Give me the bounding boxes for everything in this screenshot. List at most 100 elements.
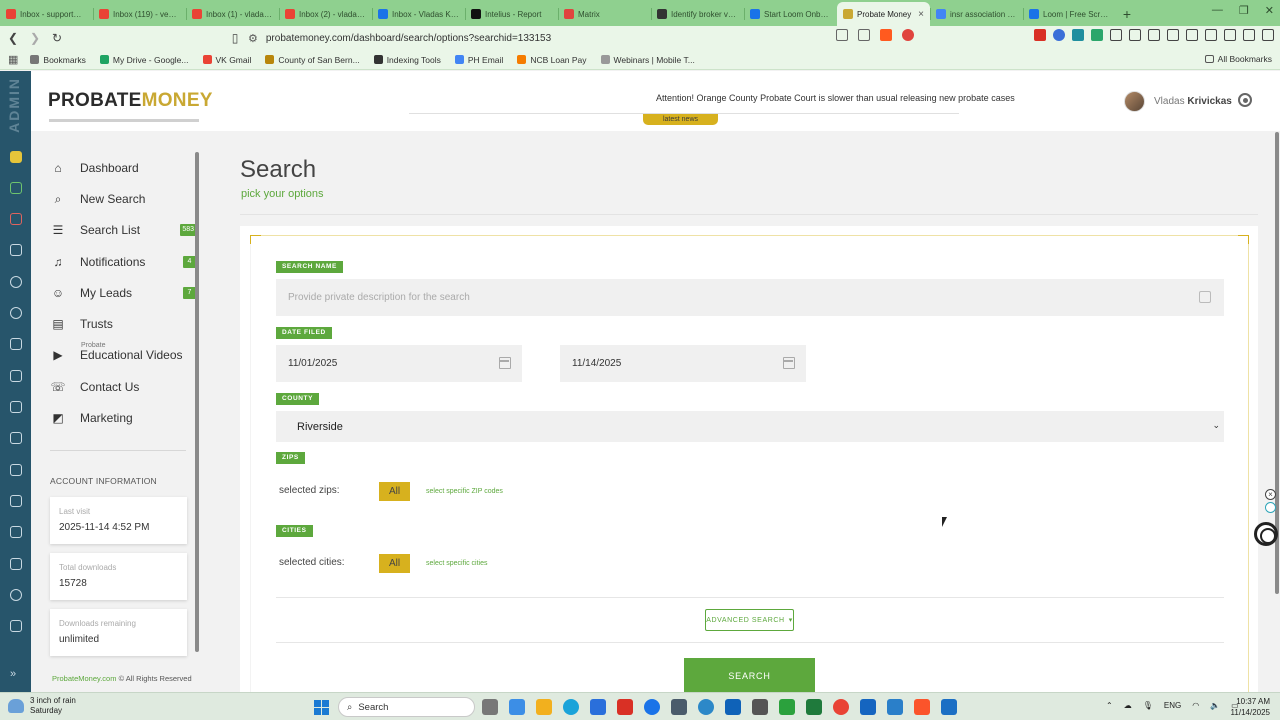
browser-tab[interactable]: Loom | Free Scree...	[1023, 2, 1116, 26]
rail-play-icon[interactable]	[10, 276, 22, 288]
chevron-up-icon[interactable]: ⌃	[1106, 701, 1113, 710]
bookmark-page-icon[interactable]: ▯	[226, 29, 244, 47]
rail-database-red-icon[interactable]	[10, 213, 22, 225]
taskbar-clock[interactable]: 10:37 AM 11/14/2025	[1231, 696, 1270, 718]
search-button[interactable]: SEARCH	[684, 658, 815, 692]
menu-icon[interactable]	[1262, 29, 1274, 41]
app-notepad-icon[interactable]	[941, 699, 957, 715]
new-tab-button[interactable]: +	[1116, 2, 1138, 26]
close-widget-icon[interactable]: ×	[1265, 489, 1276, 500]
rail-database-green-icon[interactable]	[10, 182, 22, 194]
rail-users-icon[interactable]	[10, 244, 22, 256]
extension-red-icon[interactable]	[1034, 29, 1046, 41]
rail-megaphone-icon[interactable]	[10, 338, 22, 350]
store-icon[interactable]	[590, 699, 606, 715]
rail-document-icon[interactable]	[10, 370, 22, 382]
app-globe-icon[interactable]	[698, 699, 714, 715]
reload-icon[interactable]: ↻	[48, 29, 66, 47]
rail-list-icon[interactable]	[10, 432, 22, 444]
all-bookmarks[interactable]: All Bookmarks	[1204, 54, 1272, 64]
excel-icon[interactable]	[806, 699, 822, 715]
rail-gift-icon[interactable]	[10, 464, 22, 476]
sidebar-item-contact-us[interactable]: ☏ Contact Us	[51, 376, 196, 398]
probate-money-logo[interactable]: PROBATEMONEY	[48, 90, 213, 112]
sidebar-item-educational-videos[interactable]: ▶ Educational Videos	[51, 344, 196, 366]
browser-tab[interactable]: Inbox - support@...	[0, 2, 93, 26]
extension-green-icon[interactable]	[1091, 29, 1103, 41]
weather-widget[interactable]: 3 inch of rain Saturday	[8, 696, 76, 716]
leo-icon[interactable]	[1224, 29, 1236, 41]
county-select[interactable]: Riverside ⌄	[276, 411, 1224, 442]
rail-video-icon[interactable]	[10, 307, 22, 319]
rail-leads-icon[interactable]	[10, 401, 22, 413]
rail-at-icon[interactable]	[10, 589, 22, 601]
copyright-site-link[interactable]: ProbateMoney.com	[52, 674, 116, 683]
sidebar-item-new-search[interactable]: ⌕ New Search	[51, 188, 196, 210]
browser-tab[interactable]: Matrix	[558, 2, 651, 26]
extension-blue-icon[interactable]	[1053, 29, 1065, 41]
apps-grid-icon[interactable]: ▦	[8, 53, 18, 66]
browser-tab[interactable]: Inbox - Vladas Kriv...	[372, 2, 465, 26]
calendar-icon[interactable]	[783, 357, 795, 369]
bookmark-item[interactable]: Webinars | Mobile T...	[600, 55, 695, 65]
sidebar-item-trusts[interactable]: ▤ Trusts	[51, 313, 196, 335]
brave-shield-icon[interactable]	[880, 29, 892, 41]
date-from-input[interactable]: 11/01/2025	[276, 345, 522, 382]
browser-tab[interactable]: Start Loom Onboa...	[744, 2, 837, 26]
rail-file-icon[interactable]	[10, 526, 22, 538]
calculator-icon[interactable]	[671, 699, 687, 715]
taskbar-search[interactable]: ⌕ Search	[338, 697, 475, 717]
app-blue-icon[interactable]	[860, 699, 876, 715]
calendar-icon[interactable]	[499, 357, 511, 369]
back-icon[interactable]: ❮	[4, 29, 22, 47]
site-info-icon[interactable]: ⚙	[248, 32, 258, 45]
wallet-icon[interactable]	[1205, 29, 1217, 41]
date-to-input[interactable]: 11/14/2025	[560, 345, 806, 382]
gear-icon[interactable]	[1238, 93, 1252, 107]
copilot-icon[interactable]	[509, 699, 525, 715]
sidebar-item-search-list[interactable]: ☰ Search List 583	[51, 219, 196, 241]
file-explorer-icon[interactable]	[536, 699, 552, 715]
sidebar-icon[interactable]	[1186, 29, 1198, 41]
bookmark-item[interactable]: County of San Bern...	[265, 55, 360, 65]
rail-database-icon[interactable]	[10, 151, 22, 163]
select-zip-codes-link[interactable]: select specific ZIP codes	[426, 488, 503, 495]
tab-close-icon[interactable]: ×	[918, 9, 924, 20]
bookmark-item[interactable]: Bookmarks	[30, 55, 86, 65]
close-window-icon[interactable]: ✕	[1265, 4, 1274, 17]
windows-start-icon[interactable]	[314, 700, 329, 715]
bookmark-item[interactable]: Indexing Tools	[373, 55, 441, 65]
rewards-icon[interactable]	[902, 29, 914, 41]
bookmark-item[interactable]: PH Email	[454, 55, 503, 65]
wifi-icon[interactable]: ◠	[1192, 701, 1199, 710]
sidebar-scrollbar[interactable]	[195, 152, 199, 652]
sidebar-item-notifications[interactable]: ♫ Notifications 4	[51, 251, 196, 273]
task-view-icon[interactable]	[482, 699, 498, 715]
advanced-search-button[interactable]: ADVANCED SEARCH ▾	[705, 609, 794, 631]
outlook-icon[interactable]	[725, 699, 741, 715]
browser-tab[interactable]: Inbox (1) - vladas@...	[186, 2, 279, 26]
search-name-input[interactable]: Provide private description for the sear…	[276, 279, 1224, 316]
sidebar-item-marketing[interactable]: ◩ Marketing	[51, 407, 196, 429]
bookmark-item[interactable]: NCB Loan Pay	[517, 55, 587, 65]
app-dark-icon[interactable]	[752, 699, 768, 715]
maximize-icon[interactable]: ❐	[1239, 4, 1249, 17]
forward-icon[interactable]: ❯	[26, 29, 44, 47]
mic-icon[interactable]: 🎙	[1143, 701, 1153, 710]
app-l-icon[interactable]	[617, 699, 633, 715]
widget-ring-icon[interactable]	[1265, 502, 1276, 513]
brave-icon[interactable]	[914, 699, 930, 715]
edge-icon[interactable]	[563, 699, 579, 715]
cast-icon[interactable]	[836, 29, 848, 41]
sidebar-item-dashboard[interactable]: ⌂ Dashboard	[51, 157, 196, 179]
chat-widget-icon[interactable]	[1254, 522, 1278, 546]
bookmark-item[interactable]: My Drive - Google...	[99, 55, 189, 65]
rail-user-icon[interactable]	[10, 495, 22, 507]
select-cities-link[interactable]: select specific cities	[426, 560, 487, 567]
browser-tab[interactable]: Inbox (119) - vee@...	[93, 2, 186, 26]
pen-icon[interactable]	[1110, 29, 1122, 41]
app-blue-circle-icon[interactable]	[644, 699, 660, 715]
chrome-icon[interactable]	[833, 699, 849, 715]
download-icon[interactable]	[1167, 29, 1179, 41]
cities-all-button[interactable]: All	[379, 554, 410, 573]
